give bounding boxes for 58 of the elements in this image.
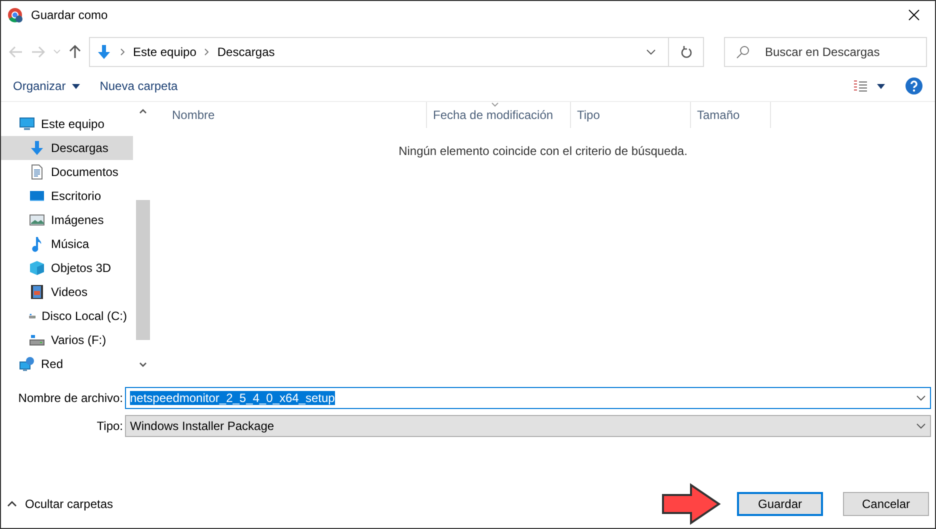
sidebar-item[interactable]: Documentos: [1, 160, 133, 184]
sidebar-item[interactable]: Imágenes: [1, 208, 133, 232]
video-icon: [29, 284, 45, 300]
close-icon: [908, 9, 920, 21]
new-folder-button[interactable]: Nueva carpeta: [100, 79, 178, 93]
network-icon: [19, 356, 35, 372]
search-icon: [736, 45, 750, 59]
download-icon: [96, 44, 112, 60]
images-icon: [29, 212, 45, 228]
chevron-down-icon[interactable]: [916, 395, 926, 401]
up-arrow-icon[interactable]: [69, 45, 81, 59]
sidebar-item[interactable]: Descargas: [1, 136, 133, 160]
chevron-right-icon: [204, 48, 210, 56]
sidebar-item[interactable]: Escritorio: [1, 184, 133, 208]
chevron-right-icon: [120, 48, 125, 56]
scroll-up-icon[interactable]: [139, 108, 147, 114]
breadcrumb[interactable]: Este equipo: [133, 45, 196, 59]
desktop-icon: [29, 188, 45, 204]
breadcrumb[interactable]: Descargas: [217, 45, 275, 59]
sidebar-item[interactable]: Videos: [1, 280, 133, 304]
cube-icon: [29, 260, 45, 276]
empty-message: Ningún elemento coincide con el criterio de búsqueda.: [398, 144, 688, 158]
drive-icon: [29, 332, 45, 348]
download-icon: [29, 140, 45, 156]
chevron-down-icon[interactable]: [646, 49, 656, 55]
type-label: Tipo:: [96, 419, 123, 433]
scrollbar-thumb[interactable]: [136, 200, 150, 340]
filename-field[interactable]: netspeedmonitor_2_5_4_0_x64_setup: [125, 387, 931, 409]
hide-folders-toggle[interactable]: Ocultar carpetas: [25, 497, 114, 511]
sidebar-item[interactable]: Este equipo: [1, 112, 133, 136]
computer-icon: [19, 116, 35, 132]
window-title: Guardar como: [31, 8, 109, 22]
organize-menu[interactable]: Organizar: [13, 79, 80, 93]
document-icon: [29, 164, 45, 180]
sidebar-item[interactable]: Varios (F:): [1, 328, 133, 352]
column-header[interactable]: Fecha de modificación: [427, 102, 571, 128]
sidebar-item[interactable]: Música: [1, 232, 133, 256]
pointer-arrow-drawing: [661, 483, 721, 525]
address-bar[interactable]: Este equipo Descargas: [89, 37, 704, 67]
type-dropdown[interactable]: Windows Installer Package: [125, 415, 931, 437]
filename-label: Nombre de archivo:: [17, 391, 123, 405]
column-header[interactable]: Nombre: [151, 102, 427, 128]
column-header[interactable]: Tipo: [571, 102, 691, 128]
sidebar-item[interactable]: Objetos 3D: [1, 256, 133, 280]
sidebar-item[interactable]: Red: [1, 352, 133, 376]
chevron-up-icon[interactable]: [7, 501, 17, 507]
view-options-icon[interactable]: [853, 80, 885, 92]
dialog-button[interactable]: Cancelar: [843, 492, 929, 516]
app-icon: [7, 7, 23, 23]
dialog-button[interactable]: Guardar: [737, 492, 823, 516]
chevron-down-icon: [916, 423, 926, 429]
scroll-down-icon[interactable]: [139, 362, 147, 368]
search-field[interactable]: Buscar en Descargas: [724, 37, 927, 67]
refresh-icon[interactable]: [680, 46, 692, 58]
help-icon[interactable]: [905, 77, 923, 95]
column-header[interactable]: Tamaño: [691, 102, 771, 128]
caret-icon: [72, 84, 80, 88]
sidebar-item[interactable]: Disco Local (C:): [1, 304, 133, 328]
